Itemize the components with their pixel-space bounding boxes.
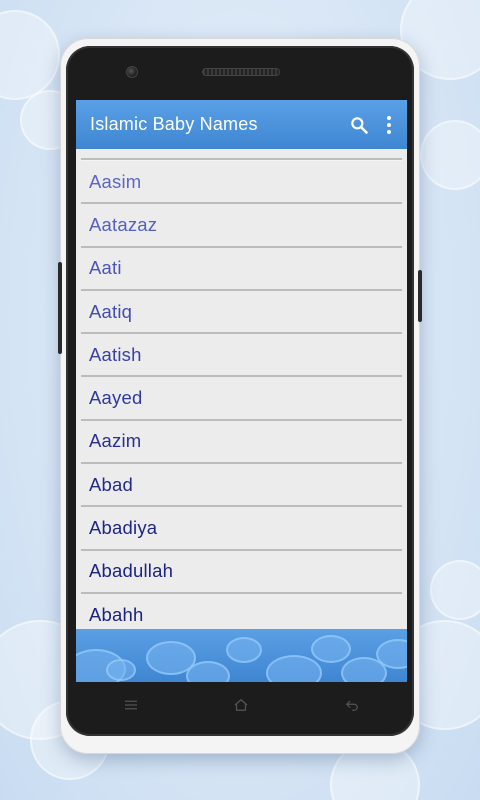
name-label: Abadullah: [89, 560, 174, 582]
list-item[interactable]: Aatazaz: [81, 204, 402, 248]
phone-side-button-right: [418, 270, 422, 322]
name-label: Aatiq: [89, 300, 133, 322]
name-label: Aatish: [89, 343, 142, 365]
app-title: Islamic Baby Names: [90, 114, 258, 134]
list-item[interactable]: Aati: [81, 247, 402, 291]
back-arrow-icon[interactable]: [332, 685, 372, 725]
list-item[interactable]: Aatiq: [81, 290, 402, 335]
front-camera: [126, 66, 138, 78]
list-item[interactable]: Abadullah: [81, 550, 402, 594]
names-list: Aasim Aatazaz Aati Aatiq Aatish Aayed Aa…: [81, 158, 402, 638]
name-label: Aatazaz: [89, 213, 158, 235]
list-item[interactable]: Abadiya: [81, 507, 402, 551]
bottom-banner: [76, 629, 407, 682]
earpiece-speaker: [202, 68, 280, 76]
list-item[interactable]: Aatish: [81, 334, 402, 378]
list-item[interactable]: Abad: [81, 464, 402, 508]
name-label: Aati: [89, 257, 122, 279]
name-label: Abadiya: [89, 517, 158, 539]
name-label: Aazim: [89, 430, 142, 452]
overflow-menu-icon[interactable]: [375, 100, 407, 149]
app-screen: Islamic Baby Names Aasim Aatazaz Aati Aa…: [76, 100, 407, 682]
list-item[interactable]: Aazim: [81, 420, 402, 465]
system-navigation-bar: [76, 682, 407, 728]
home-icon[interactable]: [221, 685, 261, 725]
search-icon[interactable]: [343, 100, 375, 149]
action-bar: Islamic Baby Names: [76, 100, 407, 149]
name-label: Abahh: [89, 603, 144, 625]
name-label: Aasim: [89, 170, 142, 192]
name-label: Abad: [89, 473, 134, 495]
phone-side-button-left: [58, 262, 62, 354]
list-item[interactable]: Aasim: [81, 161, 402, 205]
name-label: Aayed: [89, 387, 143, 409]
menu-lines-icon[interactable]: [111, 685, 151, 725]
list-item[interactable]: Aayed: [81, 377, 402, 421]
